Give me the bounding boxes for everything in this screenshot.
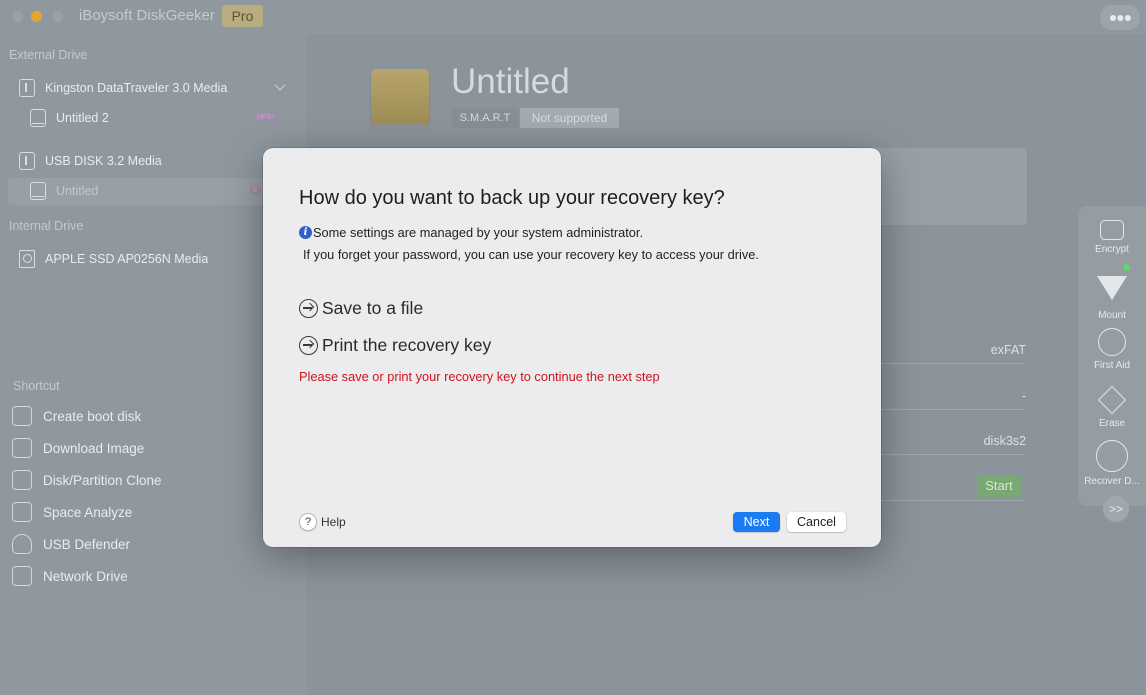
shortcut-disk-partition-clone[interactable]: Disk/Partition Clone (12, 468, 162, 492)
info-icon: i (299, 226, 312, 239)
shortcut-create-boot-disk[interactable]: Create boot disk (12, 404, 141, 428)
divider (880, 363, 1025, 364)
filesystem-badge: E (250, 186, 261, 195)
external-drive-heading: External Drive (9, 48, 88, 62)
toolbar-label: Encrypt (1095, 244, 1129, 255)
sidebar-item-apple-ssd[interactable]: APPLE SSD AP0256N Media (19, 245, 208, 273)
start-button[interactable]: Start (977, 475, 1021, 497)
lock-icon (1100, 220, 1124, 240)
toolbar-erase[interactable]: Erase (1078, 385, 1146, 429)
external-drive-icon (369, 69, 431, 129)
shortcut-label: Download Image (43, 440, 145, 456)
recovery-key-dialog: How do you want to back up your recovery… (263, 148, 881, 547)
internal-drive-heading: Internal Drive (9, 219, 84, 233)
ssd-icon (19, 250, 35, 268)
divider (880, 500, 1025, 501)
toolbar-label: Mount (1098, 310, 1126, 321)
title-bar: iBoysoft DiskGeeker Pro ●●● (0, 0, 1146, 34)
sidebar-item-untitled[interactable]: Untitled (30, 177, 98, 205)
minimize-window-button[interactable] (31, 11, 42, 22)
arrow-right-circle-icon (299, 335, 318, 355)
sidebar-item-usb-disk[interactable]: USB DISK 3.2 Media (19, 147, 162, 175)
right-toolbar: Encrypt Mount First Aid Erase Recover D.… (1078, 206, 1146, 506)
toolbar-label: Recover D... (1084, 476, 1140, 487)
app-window: iBoysoft DiskGeeker Pro ●●● External Dri… (0, 0, 1146, 695)
volume-icon (30, 182, 46, 200)
smart-status: Not supported (520, 108, 619, 128)
sidebar-item-kingston[interactable]: Kingston DataTraveler 3.0 Media (19, 74, 227, 102)
warning-message: Please save or print your recovery key t… (299, 369, 660, 384)
sidebar (0, 34, 307, 695)
toolbar-mount[interactable]: Mount (1078, 276, 1146, 321)
next-button[interactable]: Next (733, 512, 780, 532)
divider (880, 454, 1025, 455)
save-to-file-option[interactable]: Save to a file (299, 296, 423, 320)
analyze-icon (12, 502, 32, 522)
volume-label: Untitled 2 (56, 111, 109, 125)
toolbar-encrypt[interactable]: Encrypt (1078, 212, 1146, 255)
cancel-button[interactable]: Cancel (787, 512, 846, 532)
admin-notice-text: Some settings are managed by your system… (313, 225, 644, 240)
toolbar-first-aid[interactable]: First Aid (1078, 328, 1146, 371)
shortcut-network-drive[interactable]: Network Drive (12, 564, 128, 588)
question-icon: ? (299, 513, 317, 531)
shortcut-label: Space Analyze (43, 504, 133, 520)
option-label: Save to a file (322, 297, 424, 318)
volume-label: Untitled (56, 184, 99, 198)
drive-label: APPLE SSD AP0256N Media (45, 252, 209, 266)
zoom-window-button[interactable] (52, 11, 63, 22)
shortcut-download-image[interactable]: Download Image (12, 436, 144, 460)
network-drive-icon (12, 566, 32, 586)
arrow-right-circle-icon (299, 298, 318, 318)
pro-badge: Pro (222, 5, 263, 27)
smart-label: S.M.A.R.T (452, 108, 518, 128)
shortcut-heading: Shortcut (13, 379, 60, 393)
shortcut-label: Network Drive (43, 568, 128, 584)
divider (880, 409, 1025, 410)
stethoscope-icon (1098, 328, 1126, 356)
property-value: - (1021, 389, 1026, 403)
status-dot (1123, 264, 1130, 271)
device-id-value: disk3s2 (983, 434, 1026, 448)
volume-icon (30, 109, 46, 127)
eraser-icon (1097, 385, 1127, 415)
shortcut-usb-defender[interactable]: USB Defender (12, 532, 130, 556)
recovery-key-explanation: If you forget your password, you can use… (303, 247, 759, 262)
print-recovery-key-option[interactable]: Print the recovery key (299, 333, 491, 357)
shortcut-label: USB Defender (43, 536, 131, 552)
shortcut-label: Create boot disk (43, 408, 142, 424)
shortcut-space-analyze[interactable]: Space Analyze (12, 500, 132, 524)
admin-notice: i Some settings are managed by your syst… (299, 225, 643, 240)
usb-drive-icon (19, 152, 35, 170)
boot-disk-icon (12, 406, 32, 426)
shortcut-label: Disk/Partition Clone (43, 472, 162, 488)
download-icon (12, 438, 32, 458)
sidebar-item-untitled-2[interactable]: Untitled 2 (30, 104, 109, 132)
toolbar-label: Erase (1098, 418, 1126, 429)
clone-icon (12, 470, 32, 490)
drive-label: USB DISK 3.2 Media (45, 154, 162, 168)
mount-icon (1097, 276, 1127, 300)
drive-label: Kingston DataTraveler 3.0 Media (45, 81, 228, 95)
help-label: Help (321, 515, 346, 529)
toolbar-label: First Aid (1093, 360, 1131, 371)
file-system-value: exFAT (990, 343, 1026, 357)
option-label: Print the recovery key (322, 334, 492, 355)
toolbar-recover-data[interactable]: Recover D... (1078, 440, 1146, 487)
close-window-button[interactable] (12, 11, 23, 22)
expand-toolbar-button[interactable]: >> (1103, 496, 1129, 522)
recover-icon (1096, 440, 1128, 472)
help-button[interactable]: ? Help (299, 513, 346, 531)
shield-icon (12, 534, 32, 554)
more-options-button[interactable]: ●●● (1100, 5, 1140, 30)
volume-title: Untitled (451, 62, 570, 101)
usb-drive-icon (19, 79, 35, 97)
filesystem-badge: HFS+ (254, 113, 279, 122)
app-title: iBoysoft DiskGeeker (79, 7, 215, 24)
dialog-title: How do you want to back up your recovery… (299, 187, 725, 209)
